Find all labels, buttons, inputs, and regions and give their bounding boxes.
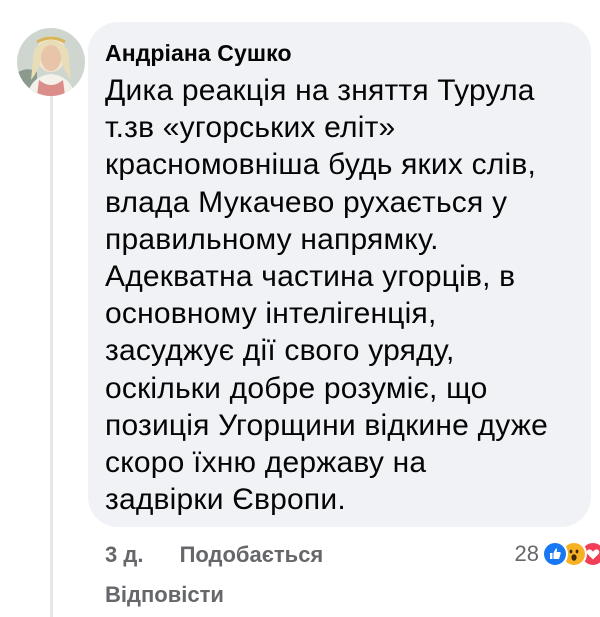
reaction-count: 28	[514, 541, 539, 566]
avatar[interactable]	[17, 28, 85, 96]
reaction-summary[interactable]: 28	[514, 540, 600, 568]
comment-text-line: позиція Угорщини відкине дуже	[105, 408, 548, 442]
thread-line	[50, 96, 53, 617]
comment-text-line: задвірки Європи.	[105, 483, 346, 517]
author-name[interactable]: Андріана Сушко	[105, 38, 573, 68]
avatar-image	[17, 28, 85, 96]
comment-text-line: засуджує дії свого уряду,	[105, 334, 455, 368]
comment-text-line: Дика реакція на зняття Турула	[105, 74, 535, 107]
comment-text-line: Адекватна частина угорців, в	[105, 260, 516, 294]
reaction-icons	[542, 541, 600, 567]
like-icon	[542, 541, 568, 567]
like-button[interactable]: Подобається	[180, 542, 324, 568]
comment-actions: 3 д. Подобається	[105, 542, 323, 568]
comment-bubble: Андріана Сушко Дика реакція на зняття Ту…	[88, 22, 591, 527]
comment-text-line: влада Мукачево рухається у	[105, 185, 508, 219]
comment-text-line: основному інтелігенція,	[105, 297, 437, 331]
timestamp-link[interactable]: 3 д.	[105, 542, 143, 568]
comment-text-line: правильному напрямку.	[105, 222, 439, 256]
comment-thread: Андріана Сушко Дика реакція на зняття Ту…	[0, 0, 600, 617]
reply-button[interactable]: Відповісти	[105, 582, 224, 608]
comment-text-line: т.зв «угорських еліт»	[105, 111, 396, 145]
comment-text-line: оскільки добре розуміє, що	[105, 371, 488, 405]
comment-text: Дика реакція на зняття Турула т.зв «угор…	[105, 72, 573, 518]
comment-text-line: скоро їхню державу на	[105, 446, 427, 480]
comment-text-line: красномовніша будь яких слів,	[105, 148, 537, 182]
